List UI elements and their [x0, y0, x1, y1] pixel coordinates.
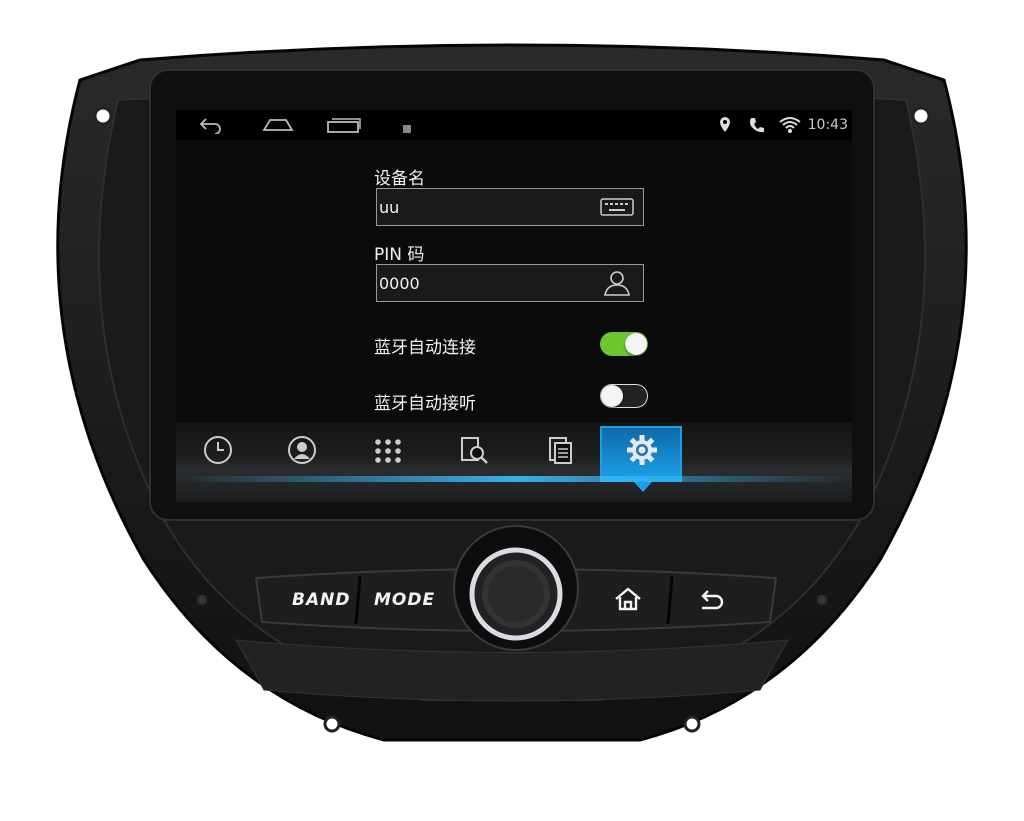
status-bar: 10:43 [176, 110, 852, 140]
auto-answer-toggle[interactable] [600, 384, 648, 408]
band-button[interactable]: BAND [292, 590, 350, 610]
hardware-return-button[interactable] [696, 586, 732, 614]
auto-connect-label: 蓝牙自动连接 [374, 338, 476, 358]
screenshot-icon [403, 125, 411, 133]
tab-dialpad[interactable] [358, 426, 418, 476]
device-name-label: 设备名 [374, 169, 425, 189]
hardware-home-button[interactable] [612, 586, 648, 614]
keyboard-icon[interactable] [599, 194, 635, 220]
recent-apps-icon[interactable] [326, 116, 362, 134]
user-icon[interactable] [599, 270, 635, 296]
dialpad-icon [375, 439, 401, 463]
tab-call-log[interactable] [188, 426, 248, 476]
search-device-icon [461, 437, 488, 464]
auto-answer-label: 蓝牙自动接听 [374, 394, 476, 414]
call-log-icon [204, 436, 232, 464]
tab-settings[interactable] [612, 426, 672, 476]
clock: 10:43 [807, 117, 848, 133]
file-transfer-icon [549, 437, 572, 464]
back-icon[interactable] [198, 116, 224, 134]
pin-value: 0000 [379, 274, 420, 293]
device-name-value: uu [379, 198, 400, 217]
device-name-field[interactable]: uu [376, 188, 644, 226]
auto-connect-toggle[interactable] [600, 332, 648, 356]
dock-glow [176, 476, 852, 482]
settings-gear-icon [627, 435, 657, 465]
pin-field[interactable]: 0000 [376, 264, 644, 302]
tab-file-transfer[interactable] [530, 426, 590, 476]
home-icon[interactable] [262, 116, 294, 134]
mode-button[interactable]: MODE [374, 590, 435, 610]
pin-label: PIN 码 [374, 245, 425, 265]
phone-icon [750, 118, 764, 133]
location-icon [720, 117, 730, 132]
wifi-icon [779, 117, 801, 133]
display-screen: 10:43 设备名 uu PIN 码 0000 蓝牙自动连接 蓝牙自动接听 [176, 110, 852, 502]
contacts-icon [288, 436, 316, 464]
return-icon [701, 590, 724, 610]
tab-contacts[interactable] [272, 426, 332, 476]
toggle-knob [625, 333, 647, 355]
toggle-knob [601, 385, 623, 407]
home-icon [615, 587, 641, 611]
tab-search-device[interactable] [444, 426, 504, 476]
